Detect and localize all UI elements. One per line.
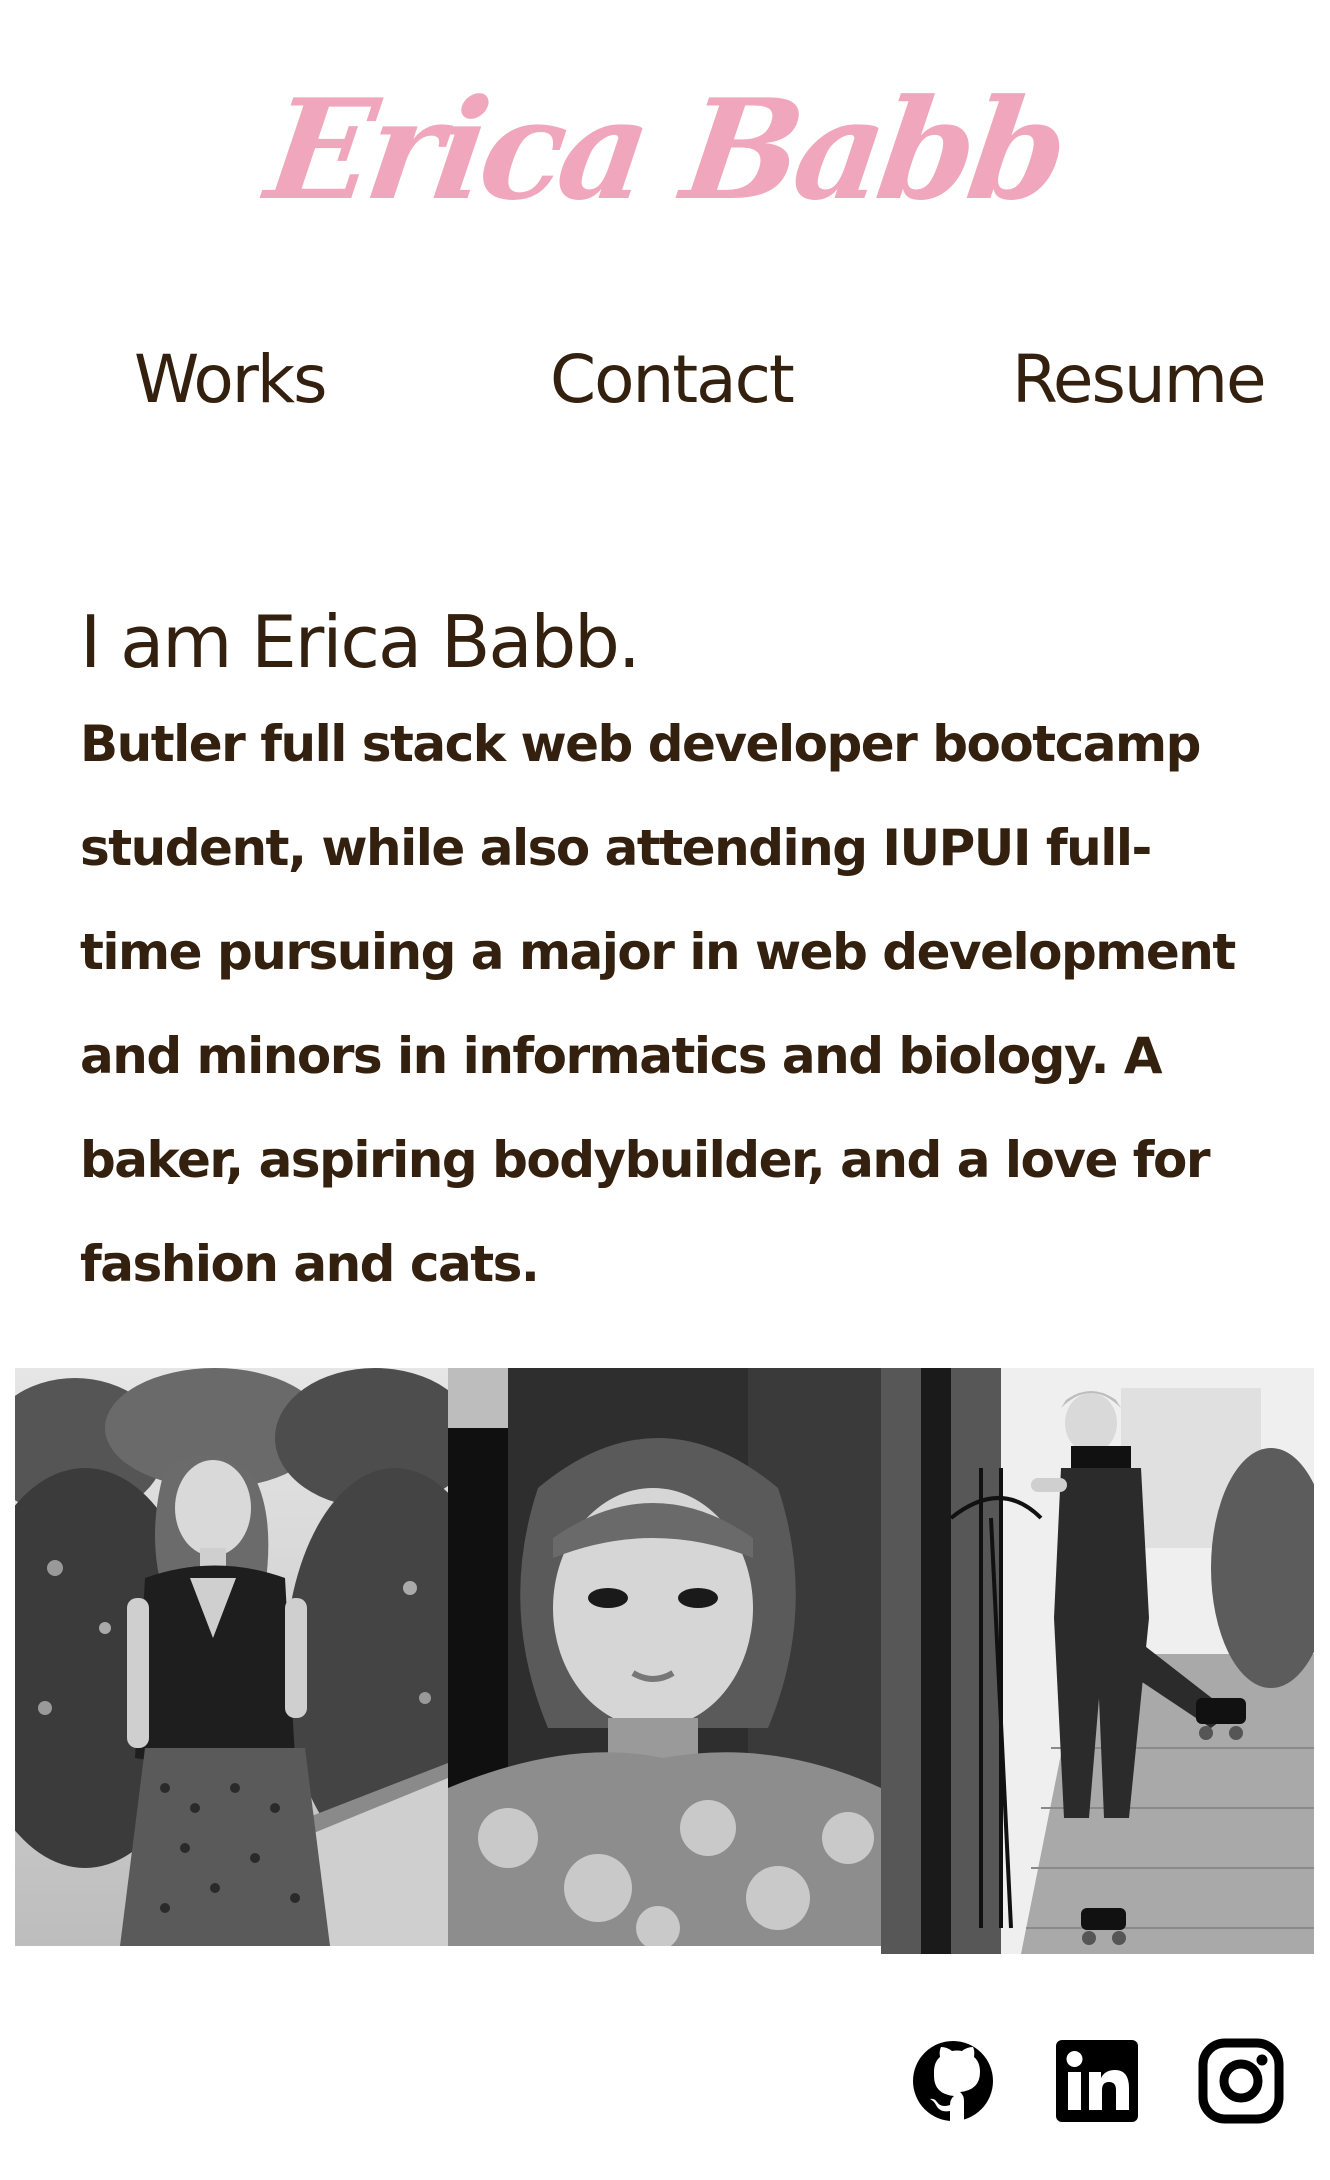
instagram-icon[interactable] <box>1198 2038 1284 2124</box>
nav-link-resume[interactable]: Resume <box>1012 330 1267 430</box>
photo-gallery <box>15 1368 1315 1958</box>
nav-link-contact[interactable]: Contact <box>550 330 795 430</box>
site-logo[interactable]: Erica Babb <box>0 68 1330 231</box>
intro-bio: Butler full stack web developer bootcamp… <box>80 715 1236 1293</box>
linkedin-icon[interactable] <box>1054 2038 1140 2124</box>
gallery-photo-portrait <box>448 1368 881 1946</box>
social-links <box>900 2038 1300 2128</box>
nav-link-works[interactable]: Works <box>134 330 328 430</box>
main-nav: Works Contact Resume <box>0 330 1330 430</box>
gallery-photo-garden <box>15 1368 448 1946</box>
intro-heading: I am Erica Babb. <box>80 600 641 684</box>
intro-section: I am Erica Babb. Butler full stack web d… <box>80 592 1260 1316</box>
gallery-photo-skates <box>881 1368 1314 1954</box>
github-icon[interactable] <box>910 2038 996 2124</box>
